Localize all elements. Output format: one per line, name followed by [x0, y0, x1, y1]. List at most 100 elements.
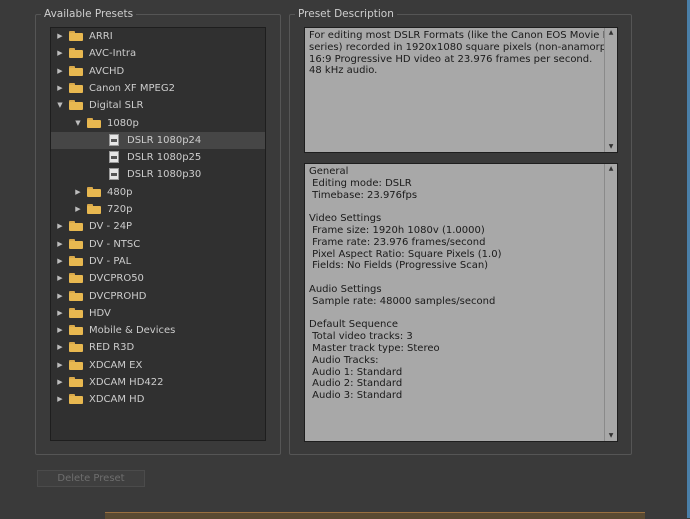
text-line: 48 kHz audio.	[309, 65, 378, 77]
folder-icon	[69, 377, 83, 387]
preset-details-textbox[interactable]: General Editing mode: DSLR Timebase: 23.…	[304, 163, 618, 442]
tree-item-label: 480p	[107, 186, 133, 198]
tree-item-label: AVCHD	[89, 65, 125, 77]
details-scrollbar[interactable]: ▲ ▼	[604, 164, 617, 441]
tree-item-label: DSLR 1080p30	[127, 169, 202, 181]
tree-item-label: XDCAM HD422	[89, 377, 164, 388]
expanded-arrow-icon[interactable]: ▼	[55, 97, 65, 114]
collapsed-arrow-icon[interactable]: ▶	[55, 339, 65, 356]
text-line: Fields: No Fields (Progressive Scan)	[309, 260, 489, 272]
text-line	[309, 308, 603, 320]
collapsed-arrow-icon[interactable]: ▶	[55, 288, 65, 305]
scroll-up-icon[interactable]: ▲	[605, 28, 617, 38]
preset-folder-item[interactable]: ▼ Digital SLR	[51, 97, 265, 114]
collapsed-arrow-icon[interactable]: ▶	[55, 236, 65, 253]
text-line: Audio Settings	[309, 283, 382, 295]
tree-item-label: 720p	[107, 204, 133, 215]
collapsed-arrow-icon[interactable]: ▶	[55, 322, 65, 339]
tree-item-label: DV - NTSC	[89, 238, 141, 250]
description-scrollbar[interactable]: ▲ ▼	[604, 28, 617, 152]
folder-icon	[69, 221, 83, 232]
text-line	[309, 272, 603, 284]
tree-item-label: RED R3D	[89, 342, 135, 354]
text-line: Audio 2: Standard	[309, 378, 403, 390]
folder-icon	[69, 31, 83, 41]
scroll-up-icon[interactable]: ▲	[605, 164, 617, 174]
folder-icon	[69, 359, 83, 370]
tree-item-label: DV - PAL	[89, 255, 132, 267]
text-line: For editing most DSLR Formats (like the …	[309, 30, 618, 41]
preset-folder-item[interactable]: ▶ AVCHD	[51, 63, 265, 80]
collapsed-arrow-icon[interactable]: ▶	[55, 218, 65, 235]
text-line: Timebase: 23.976fps	[309, 189, 418, 201]
collapsed-arrow-icon[interactable]: ▶	[55, 357, 65, 374]
preset-folder-item[interactable]: ▼ 1080p	[51, 115, 265, 132]
preset-file-icon	[109, 168, 119, 181]
tree-item-label: DVCPRO50	[89, 273, 144, 285]
folder-icon	[69, 82, 83, 93]
preset-folder-item[interactable]: ▶ XDCAM EX	[51, 357, 265, 374]
collapsed-arrow-icon[interactable]: ▶	[55, 80, 65, 97]
collapsed-arrow-icon[interactable]: ▶	[55, 391, 65, 408]
preset-folder-item[interactable]: ▶ RED R3D	[51, 339, 265, 356]
scroll-down-icon[interactable]: ▼	[605, 142, 617, 152]
tree-item-label: 1080p	[107, 117, 139, 129]
text-line: Master track type: Stereo	[309, 342, 440, 354]
folder-icon	[69, 290, 83, 301]
scroll-down-icon[interactable]: ▼	[605, 431, 617, 441]
tree-item-label: Mobile & Devices	[89, 325, 176, 337]
preset-folder-item[interactable]: ▶ 720p	[51, 201, 265, 218]
preset-folder-item[interactable]: ▶ HDV	[51, 305, 265, 322]
collapsed-arrow-icon[interactable]: ▶	[55, 374, 65, 391]
tree-item-label: ARRI	[89, 31, 113, 42]
preset-folder-item[interactable]: ▶ DVCPROHD	[51, 288, 265, 305]
preset-item[interactable]: DSLR 1080p24	[51, 131, 265, 149]
text-line: Frame size: 1920h 1080v (1.0000)	[309, 224, 485, 236]
collapsed-arrow-icon[interactable]: ▶	[55, 305, 65, 322]
preset-folder-item[interactable]: ▶ XDCAM HD	[51, 391, 265, 408]
preset-folder-item[interactable]: ▶ DVCPRO50	[51, 270, 265, 287]
expanded-arrow-icon[interactable]: ▼	[73, 115, 83, 132]
collapsed-arrow-icon[interactable]: ▶	[55, 63, 65, 80]
description-textbox[interactable]: For editing most DSLR Formats (like the …	[304, 27, 618, 153]
text-line: Total video tracks: 3	[309, 331, 413, 343]
text-line: Video Settings	[309, 213, 382, 225]
preset-folder-item[interactable]: ▶ ARRI	[51, 28, 265, 45]
collapsed-arrow-icon[interactable]: ▶	[55, 270, 65, 287]
preset-description-title: Preset Description	[295, 8, 397, 21]
tree-item-label: XDCAM HD	[89, 394, 145, 406]
preset-item[interactable]: DSLR 1080p25	[51, 149, 265, 166]
tree-item-label: HDV	[89, 307, 111, 319]
folder-icon	[87, 204, 101, 214]
collapsed-arrow-icon[interactable]: ▶	[55, 45, 65, 62]
folder-icon	[87, 117, 101, 128]
preset-item[interactable]: DSLR 1080p30	[51, 166, 265, 183]
available-presets-title: Available Presets	[41, 8, 137, 21]
preset-folder-item[interactable]: ▶ Mobile & Devices	[51, 322, 265, 339]
tree-item-label: DVCPROHD	[89, 290, 147, 302]
text-line: Sample rate: 48000 samples/second	[309, 295, 496, 307]
folder-icon	[69, 48, 83, 59]
delete-preset-button[interactable]: Delete Preset	[37, 470, 145, 487]
preset-folder-item[interactable]: ▶ DV - NTSC	[51, 236, 265, 253]
folder-icon	[69, 273, 83, 284]
folder-icon	[69, 307, 83, 318]
preset-folder-item[interactable]: ▶ 480p	[51, 184, 265, 201]
preset-folder-item[interactable]: ▶ XDCAM HD422	[51, 374, 265, 391]
preset-folder-item[interactable]: ▶ Canon XF MPEG2	[51, 80, 265, 97]
preset-folder-item[interactable]: ▶ DV - 24P	[51, 218, 265, 235]
folder-icon	[69, 325, 83, 336]
text-line: Audio 1: Standard	[309, 366, 403, 378]
text-line: 16:9 Progressive HD video at 23.976 fram…	[309, 53, 593, 65]
preset-folder-item[interactable]: ▶ AVC-Intra	[51, 45, 265, 62]
tree-item-label: Digital SLR	[89, 100, 144, 112]
tree-item-label: DV - 24P	[89, 221, 133, 233]
text-line: Pixel Aspect Ratio: Square Pixels (1.0)	[309, 248, 502, 260]
presets-tree[interactable]: ▶ ARRI ▶ AVC-Intra ▶ AVCHD ▶ Canon XF MPEG2 ▼ Dig…	[50, 27, 266, 441]
collapsed-arrow-icon[interactable]: ▶	[55, 28, 65, 45]
collapsed-arrow-icon[interactable]: ▶	[73, 184, 83, 201]
collapsed-arrow-icon[interactable]: ▶	[55, 253, 65, 270]
collapsed-arrow-icon[interactable]: ▶	[73, 201, 83, 218]
preset-folder-item[interactable]: ▶ DV - PAL	[51, 253, 265, 270]
text-line: Audio Tracks:	[309, 354, 379, 366]
